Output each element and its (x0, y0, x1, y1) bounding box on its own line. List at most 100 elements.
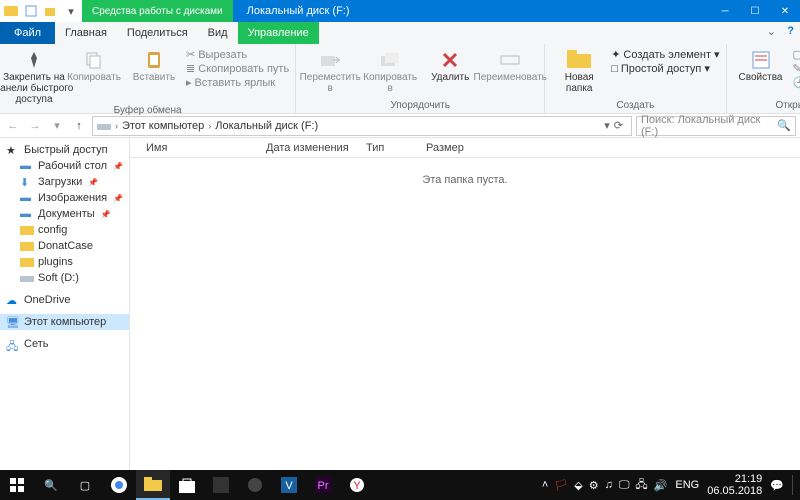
taskbar-clock[interactable]: 21:19 06.05.2018 (707, 473, 762, 497)
menu-home[interactable]: Главная (55, 22, 117, 44)
paste-shortcut-button[interactable]: ▸Вставить ярлык (186, 76, 289, 89)
ribbon: Закрепить на панели быстрого доступа Коп… (0, 44, 800, 114)
copy-button[interactable]: Копировать (66, 46, 122, 83)
taskbar-app1[interactable] (204, 470, 238, 500)
tray-icon[interactable]: ♫ (605, 479, 613, 491)
tree-desktop[interactable]: ▬Рабочий стол📌 (0, 158, 129, 174)
forward-button[interactable]: → (26, 117, 44, 135)
properties-icon (747, 48, 775, 72)
edit-button[interactable]: ✎Изменить (793, 62, 800, 75)
taskbar: 🔍 ▢ V Pr Y ˄ 🏳 ⬙ ⚙ ♫ 🖵 🖧 🔊 ENG 21:19 06.… (0, 470, 800, 500)
folder-icon (20, 224, 34, 236)
pictures-icon: ▬ (20, 192, 34, 204)
tray-volume-icon[interactable]: 🔊 (654, 479, 668, 492)
history-button[interactable]: 🕘Журнал (793, 76, 800, 89)
menu-share[interactable]: Поделиться (117, 22, 198, 44)
pin-button[interactable]: Закрепить на панели быстрого доступа (6, 46, 62, 105)
tree-onedrive[interactable]: ☁OneDrive (0, 292, 129, 308)
breadcrumb-this-pc[interactable]: Этот компьютер (122, 120, 204, 132)
svg-text:Y: Y (353, 480, 361, 492)
tree-network[interactable]: 🖧Сеть (0, 336, 129, 352)
start-button[interactable] (0, 470, 34, 500)
ribbon-group-clipboard: Закрепить на панели быстрого доступа Коп… (0, 44, 296, 113)
cut-button[interactable]: ✂Вырезать (186, 48, 289, 61)
tray-up-icon[interactable]: ˄ (542, 479, 548, 491)
system-tray[interactable]: ˄ 🏳 ⬙ ⚙ ♫ 🖵 🖧 🔊 (542, 476, 668, 495)
taskbar-explorer[interactable] (136, 470, 170, 500)
copy-path-button[interactable]: ≣Скопировать путь (186, 62, 289, 75)
maximize-button[interactable]: ☐ (740, 0, 770, 22)
taskbar-chrome[interactable] (102, 470, 136, 500)
up-button[interactable]: ↑ (70, 117, 88, 135)
ribbon-group-open: Свойства ▢Открыть▾ ✎Изменить 🕘Журнал Отк… (727, 44, 800, 113)
refresh-icon[interactable]: ⟳ (614, 119, 623, 132)
tree-documents[interactable]: ▬Документы📌 (0, 206, 129, 222)
col-name[interactable]: Имя (138, 142, 258, 154)
recent-dropdown[interactable]: ▾ (48, 117, 66, 135)
properties-button[interactable]: Свойства (733, 46, 789, 83)
paste-button[interactable]: Вставить (126, 46, 182, 83)
easy-access-button[interactable]: □Простой доступ▾ (611, 62, 719, 75)
tray-icon[interactable]: 🖵 (619, 479, 630, 492)
content-area: ★Быстрый доступ ▬Рабочий стол📌 ⬇Загрузки… (0, 138, 800, 478)
tray-icon[interactable]: 🏳 (554, 479, 568, 492)
empty-folder-message: Эта папка пуста. (130, 158, 800, 478)
tree-downloads[interactable]: ⬇Загрузки📌 (0, 174, 129, 190)
tree-soft[interactable]: Soft (D:) (0, 270, 129, 286)
copy-to-button[interactable]: Копировать в (362, 46, 418, 94)
svg-text:V: V (285, 480, 293, 492)
breadcrumb-local-disk[interactable]: Локальный диск (F:) (215, 120, 318, 132)
taskbar-store[interactable] (170, 470, 204, 500)
tree-plugins[interactable]: plugins (0, 254, 129, 270)
search-input[interactable]: Поиск: Локальный диск (F:) 🔍 (636, 116, 796, 136)
titlebar-drag-area[interactable] (364, 0, 710, 22)
delete-button[interactable]: Удалить (422, 46, 478, 83)
qat-new-folder-icon[interactable] (44, 4, 58, 18)
tray-network-icon[interactable]: 🖧 (635, 476, 647, 495)
downloads-icon: ⬇ (20, 176, 34, 188)
folder-icon (20, 240, 34, 252)
taskbar-yandex[interactable]: Y (340, 470, 374, 500)
help-icon[interactable]: ? (787, 25, 794, 37)
taskbar-app3[interactable]: V (272, 470, 306, 500)
taskbar-premiere[interactable]: Pr (306, 470, 340, 500)
addr-dropdown-icon[interactable]: ▾ (604, 119, 610, 132)
quick-access-toolbar: ▾ (0, 4, 82, 18)
open-button[interactable]: ▢Открыть▾ (793, 48, 800, 61)
show-desktop-button[interactable] (792, 475, 796, 495)
language-indicator[interactable]: ENG (675, 479, 699, 491)
svg-text:Pr: Pr (318, 480, 329, 492)
search-button[interactable]: 🔍 (34, 470, 68, 500)
task-view-button[interactable]: ▢ (68, 470, 102, 500)
col-size[interactable]: Размер (418, 142, 478, 154)
notifications-button[interactable]: 💬 (770, 479, 784, 492)
address-input[interactable]: › Этот компьютер › Локальный диск (F:) ▾… (92, 116, 632, 136)
tree-this-pc[interactable]: 🖥Этот компьютер (0, 314, 129, 330)
ribbon-group-create: Новая папка ✦Создать элемент▾ □Простой д… (545, 44, 726, 113)
back-button[interactable]: ← (4, 117, 22, 135)
move-to-button[interactable]: Переместить в (302, 46, 358, 94)
new-folder-button[interactable]: Новая папка (551, 46, 607, 94)
close-button[interactable]: ✕ (770, 0, 800, 22)
tree-donatcase[interactable]: DonatCase (0, 238, 129, 254)
qat-dropdown-icon[interactable]: ▾ (64, 4, 78, 18)
cloud-icon: ☁ (6, 294, 20, 306)
rename-button[interactable]: Переименовать (482, 46, 538, 83)
tree-config[interactable]: config (0, 222, 129, 238)
minimize-button[interactable]: ─ (710, 0, 740, 22)
tray-icon[interactable]: ⚙ (589, 479, 599, 492)
menubar: Файл Главная Поделиться Вид Управление ⌄… (0, 22, 800, 44)
tree-quick-access[interactable]: ★Быстрый доступ (0, 142, 129, 158)
taskbar-app2[interactable] (238, 470, 272, 500)
menu-view[interactable]: Вид (198, 22, 238, 44)
star-icon: ★ (6, 144, 20, 156)
menu-file[interactable]: Файл (0, 22, 55, 44)
tree-pictures[interactable]: ▬Изображения📌 (0, 190, 129, 206)
col-date[interactable]: Дата изменения (258, 142, 358, 154)
qat-properties-icon[interactable] (24, 4, 38, 18)
tray-icon[interactable]: ⬙ (574, 479, 582, 492)
ribbon-collapse-icon[interactable]: ⌄ (767, 25, 776, 38)
menu-manage[interactable]: Управление (238, 22, 319, 44)
col-type[interactable]: Тип (358, 142, 418, 154)
new-item-button[interactable]: ✦Создать элемент▾ (611, 48, 719, 61)
